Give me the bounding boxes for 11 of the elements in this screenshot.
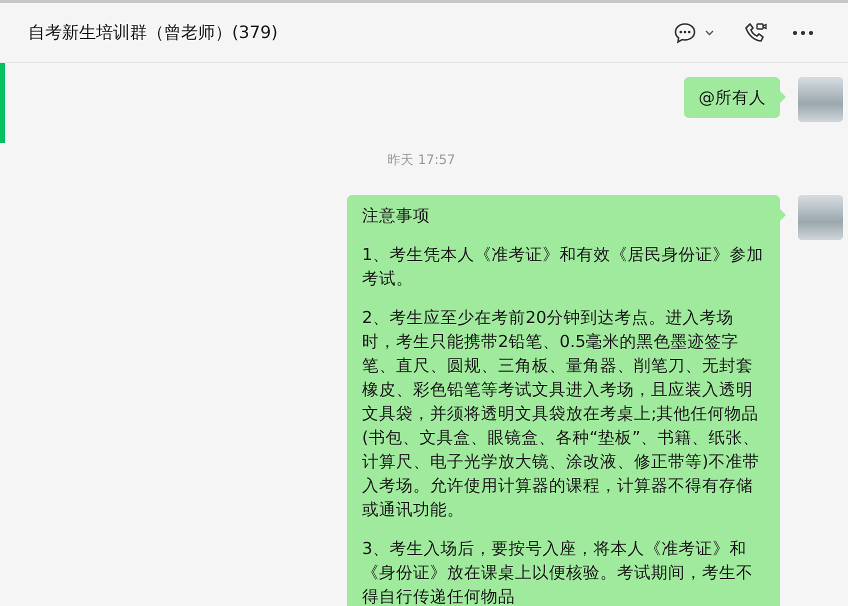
- message-text: 3、考生入场后，要按号入座，将本人《准考证》和《身份证》放在课桌上以便核验。考试期间，考生不得自行传递任何物品: [362, 538, 754, 606]
- phone-video-icon[interactable]: [744, 20, 768, 44]
- message-text: 1、考生凭本人《准考证》和有效《居民身份证》参加考试。: [362, 244, 764, 290]
- timestamp: 昨天 17:57: [386, 152, 456, 170]
- more-icon[interactable]: [792, 30, 814, 36]
- message-text: @所有人: [698, 87, 766, 109]
- chat-bubble-icon[interactable]: [673, 22, 697, 44]
- chat-title: 自考新生培训群（曾老师）(379): [28, 22, 278, 44]
- message-text: 2、考生应至少在考前20分钟到达考点。进入考场时，考生只能携带2铅笔、0.5毫米的黑色墨迹签字笔、直尺、圆规、三角板、量角器、削笔刀、无封套橡皮、彩色铅笔等考试文具进入考场，且应装入透明文具袋，并须将透明文具袋放在考桌上;其他任何物品(书包、文具盒、眼镜盒、各种“垫板”、书籍、纸张、计算尺、电子光学放大镜、涂改液、修正带等)不准带入考场。允许使用计算器的课程，计算器不得有存储或通讯功能。: [362, 307, 761, 521]
- caret-icon[interactable]: [705, 30, 714, 36]
- message-text: 注意事项: [362, 205, 431, 227]
